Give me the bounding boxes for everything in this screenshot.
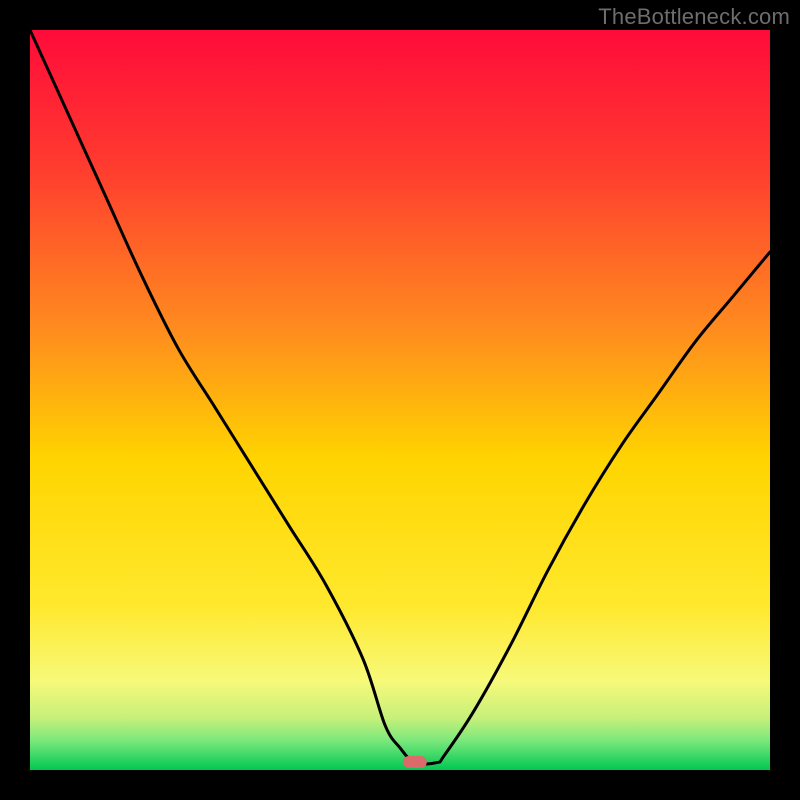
minimum-marker xyxy=(403,756,427,768)
plot-frame-bottom xyxy=(0,770,800,800)
bottleneck-chart xyxy=(0,0,800,800)
chart-container: TheBottleneck.com xyxy=(0,0,800,800)
watermark-text: TheBottleneck.com xyxy=(598,4,790,30)
plot-frame-left xyxy=(0,0,30,800)
plot-frame-right xyxy=(770,0,800,800)
plot-background xyxy=(30,30,770,770)
